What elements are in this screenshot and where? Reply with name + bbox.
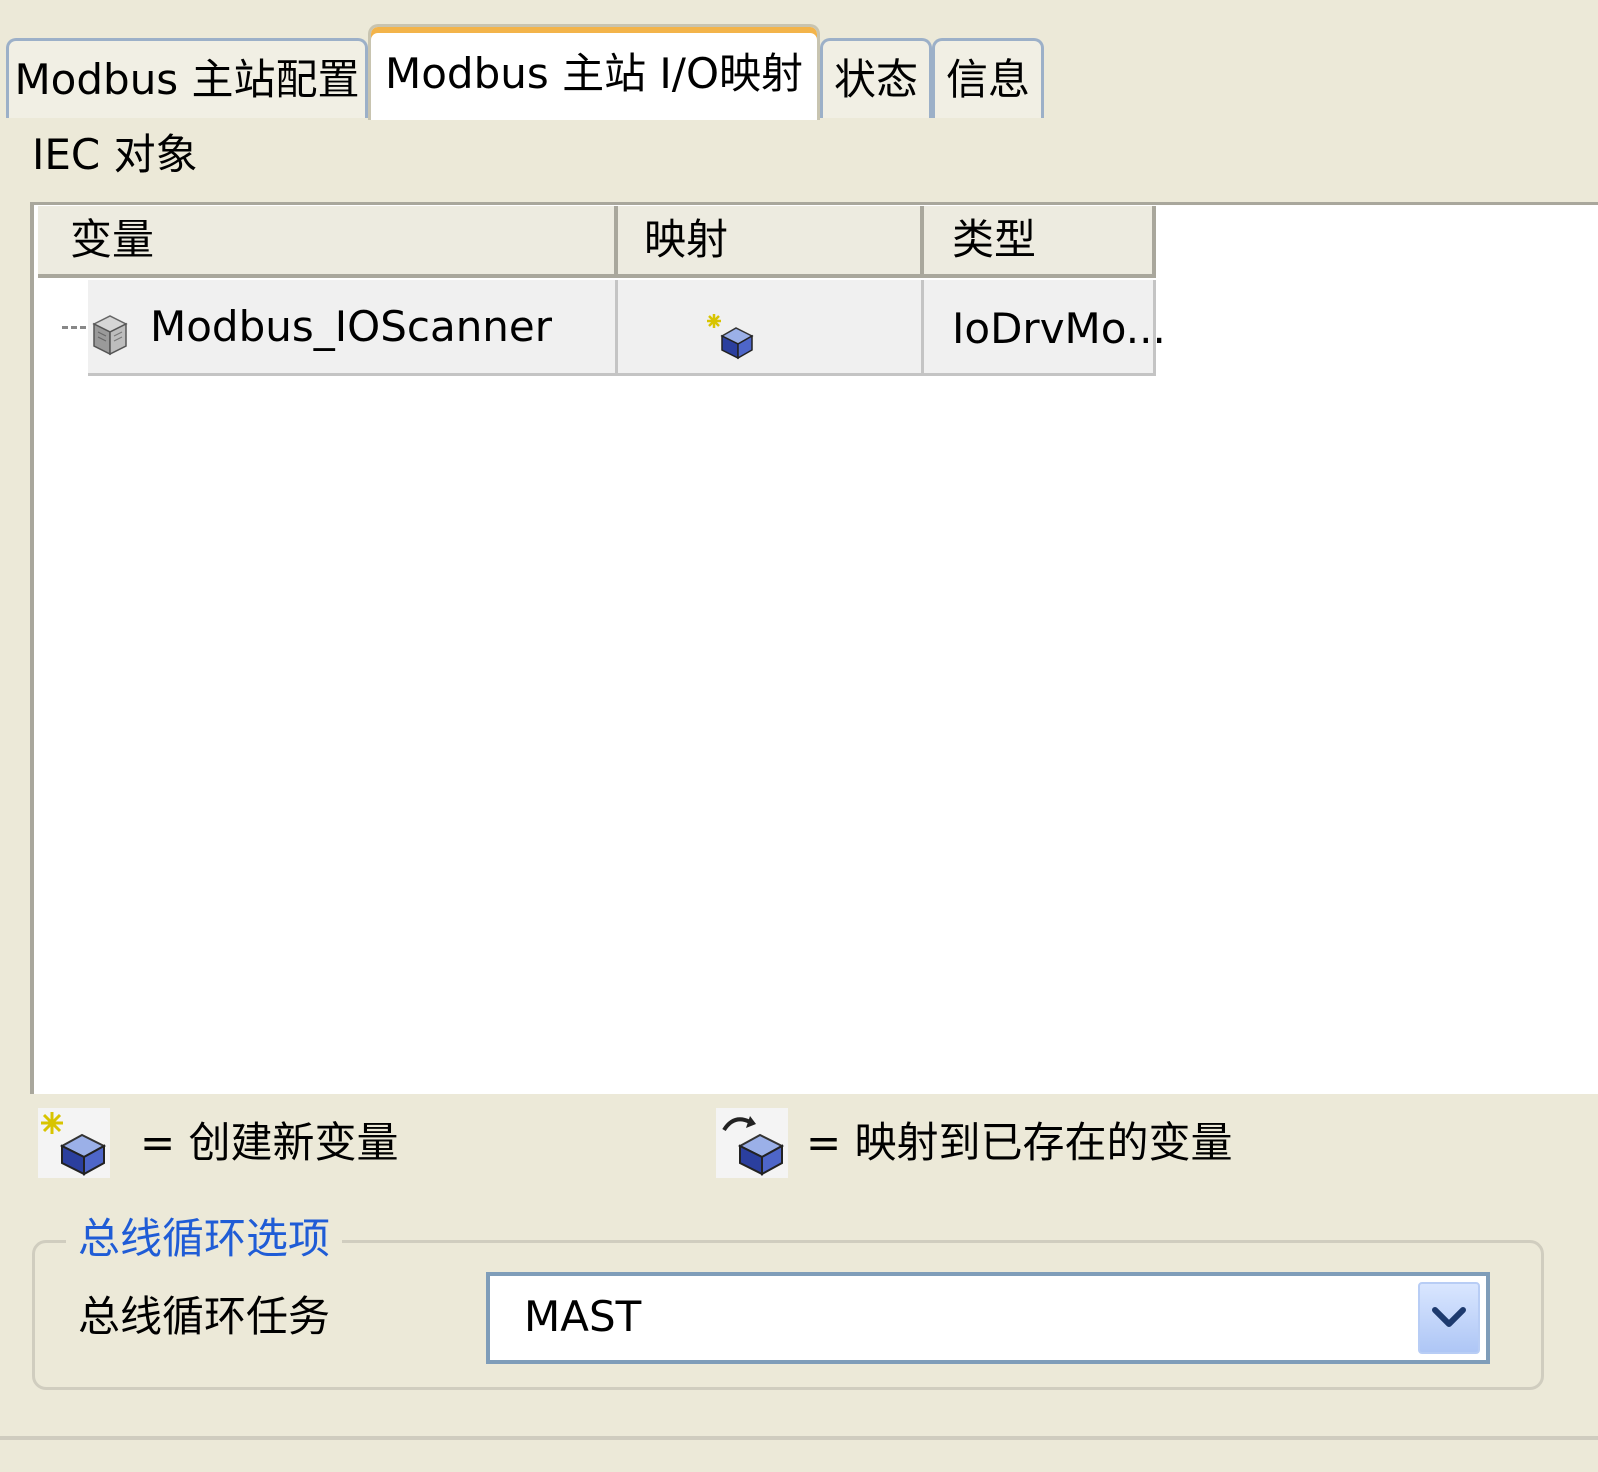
bus-cycle-task-label: 总线循环任务 bbox=[78, 1292, 331, 1341]
column-header-mapping[interactable]: 映射 bbox=[618, 206, 924, 278]
tree-connector bbox=[62, 326, 86, 332]
device-module-icon bbox=[92, 315, 128, 356]
chevron-down-icon bbox=[1432, 1307, 1466, 1327]
tab-modbus-master-config[interactable]: Modbus 主站配置 bbox=[6, 38, 368, 118]
tab-status[interactable]: 状态 bbox=[820, 38, 932, 118]
create-new-variable-icon[interactable] bbox=[706, 310, 758, 362]
tab-info[interactable]: 信息 bbox=[932, 38, 1044, 118]
legend-create-text: = 创建新变量 bbox=[140, 1118, 399, 1167]
tab-modbus-master-io-mapping[interactable]: Modbus 主站 I/O映射 bbox=[368, 24, 820, 120]
table-row-mapping-cell[interactable] bbox=[618, 280, 924, 376]
tab-label: Modbus 主站配置 bbox=[14, 54, 360, 104]
legend-map-text: = 映射到已存在的变量 bbox=[806, 1118, 1233, 1167]
column-header-label: 变量 bbox=[70, 215, 155, 264]
column-header-label: 映射 bbox=[644, 215, 729, 264]
map-existing-variable-icon bbox=[716, 1108, 788, 1178]
create-new-variable-icon bbox=[38, 1108, 110, 1178]
table-row-variable-cell[interactable]: Modbus_IOScanner bbox=[88, 280, 618, 376]
io-mapping-window: Modbus 主站配置 Modbus 主站 I/O映射 状态 信息 IEC 对象… bbox=[0, 0, 1598, 1472]
variable-name: Modbus_IOScanner bbox=[150, 301, 553, 351]
column-header-variable[interactable]: 变量 bbox=[38, 206, 618, 278]
tab-strip: Modbus 主站配置 Modbus 主站 I/O映射 状态 信息 bbox=[0, 0, 1598, 120]
iec-objects-title: IEC 对象 bbox=[32, 130, 198, 179]
tab-label: 状态 bbox=[833, 54, 918, 104]
type-value: IoDrvMo... bbox=[952, 304, 1166, 353]
bus-cycle-task-select[interactable]: MAST bbox=[486, 1272, 1490, 1364]
tab-label: Modbus 主站 I/O映射 bbox=[384, 48, 804, 98]
table-row-type-cell[interactable]: IoDrvMo... bbox=[924, 280, 1166, 376]
column-header-type[interactable]: 类型 bbox=[924, 206, 1156, 278]
dropdown-button[interactable] bbox=[1418, 1282, 1480, 1354]
bottom-border bbox=[0, 1436, 1598, 1440]
column-header-label: 类型 bbox=[952, 215, 1037, 264]
bus-cycle-task-value: MAST bbox=[524, 1292, 642, 1341]
bus-cycle-options-title: 总线循环选项 bbox=[66, 1218, 343, 1260]
tab-label: 信息 bbox=[945, 54, 1030, 104]
